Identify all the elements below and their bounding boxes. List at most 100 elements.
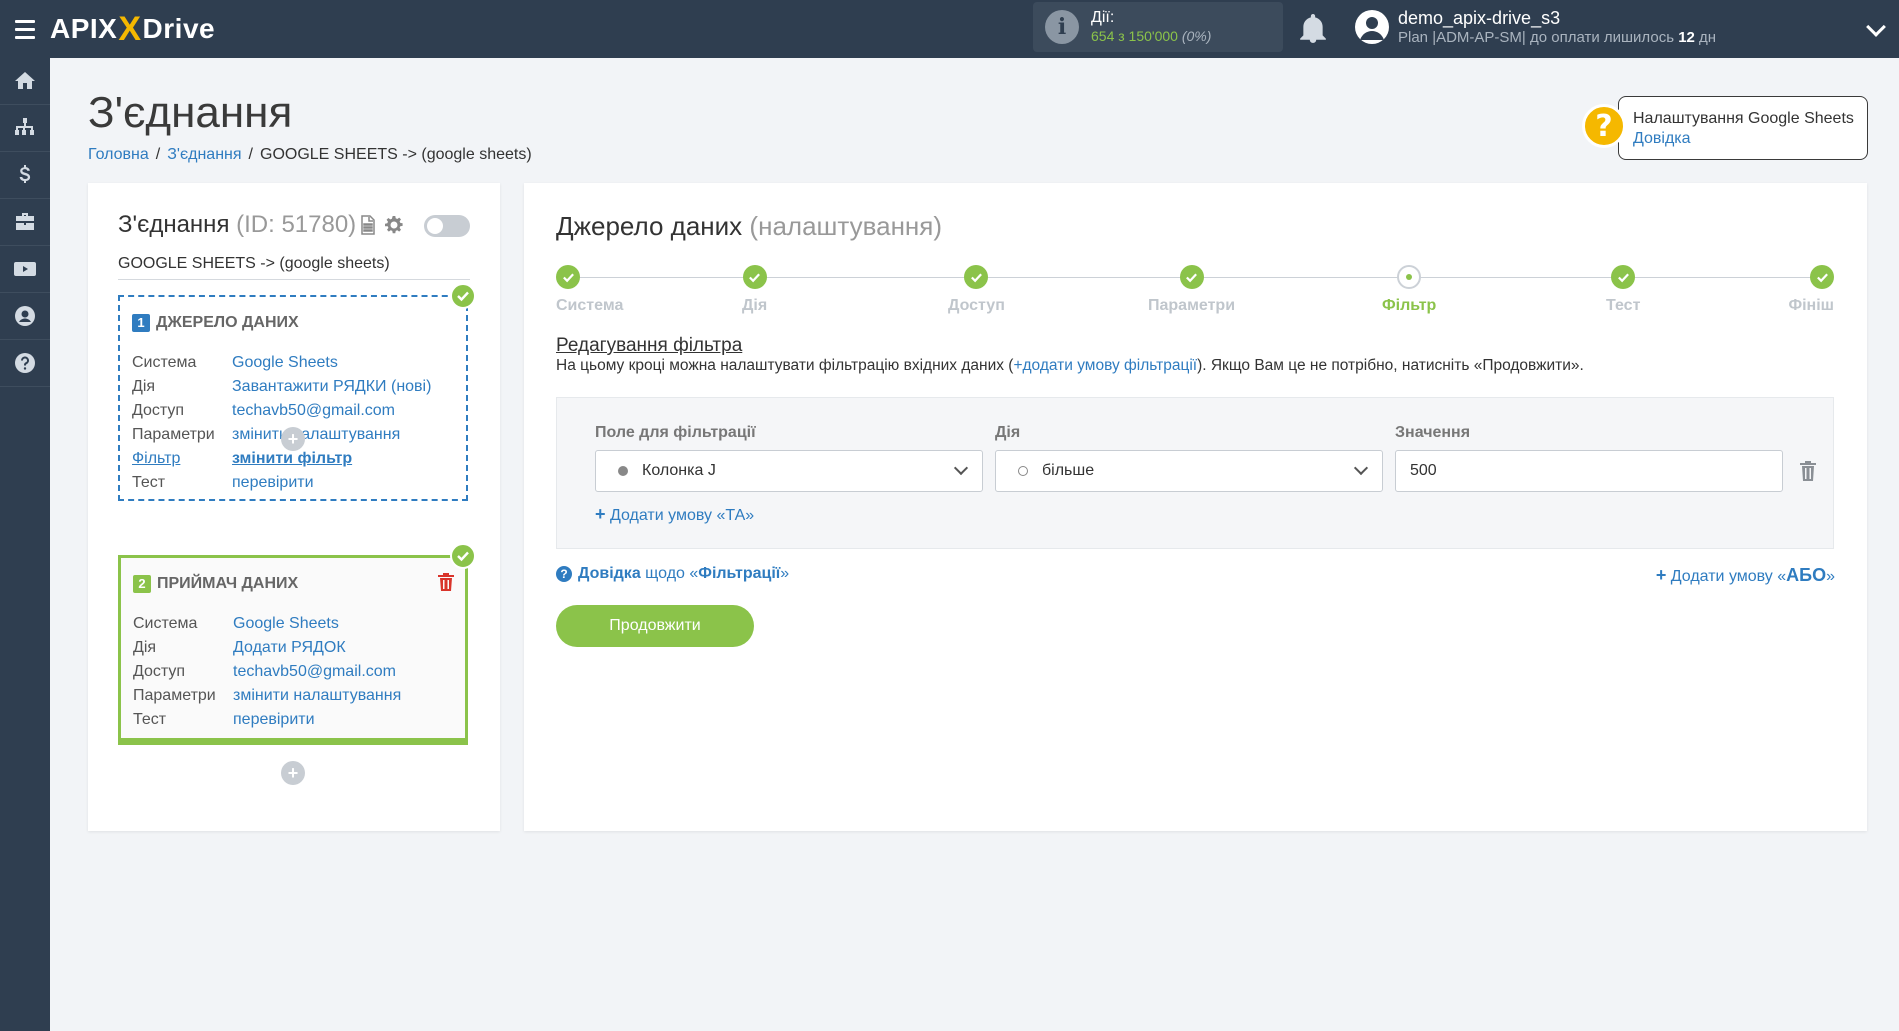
sidebar-item-home[interactable]: [0, 58, 50, 105]
row-value[interactable]: перевірити: [233, 708, 315, 732]
field-select-value: Колонка J: [642, 462, 716, 479]
continue-button[interactable]: Продовжити: [556, 605, 754, 647]
row-key: Параметри: [133, 687, 216, 704]
help-suffix: »: [780, 565, 790, 582]
step-access[interactable]: Доступ: [948, 265, 1005, 315]
step-label: Фініш: [1788, 297, 1834, 314]
row-key: Параметри: [132, 426, 215, 443]
source-block-header: 1 ДЖЕРЕЛО ДАНИХ: [132, 314, 299, 332]
step-filter[interactable]: Фільтр: [1382, 265, 1436, 315]
top-bar: APIX X Drive i Дії: 654 з 150'000 (0%) dem…: [0, 0, 1899, 58]
row-value[interactable]: techavb50@gmail.com: [233, 660, 396, 684]
step-params[interactable]: Параметри: [1148, 265, 1235, 315]
add-filter-condition-link[interactable]: +додати умову фільтрації: [1013, 357, 1197, 374]
help-card-title: Налаштування Google Sheets: [1633, 110, 1854, 127]
sidebar-item-billing[interactable]: [0, 152, 50, 199]
trash-icon[interactable]: [437, 572, 455, 592]
home-icon: [15, 72, 35, 89]
row-value[interactable]: змінити налаштування: [232, 423, 400, 447]
source-block[interactable]: 1 ДЖЕРЕЛО ДАНИХ Система Google Sheets Дія…: [118, 295, 468, 501]
chevron-down-icon[interactable]: [1866, 17, 1886, 37]
row-key: Система: [133, 615, 198, 632]
sidebar-item-help[interactable]: [0, 340, 50, 387]
source-number: 1: [132, 314, 150, 332]
row-value[interactable]: techavb50@gmail.com: [232, 399, 395, 423]
panel-subtitle: (налаштування): [749, 211, 943, 241]
check-icon: [1179, 265, 1204, 289]
row-value[interactable]: Google Sheets: [232, 351, 338, 375]
trash-icon[interactable]: [1799, 460, 1817, 482]
add-block-button[interactable]: +: [281, 761, 305, 785]
logo-x: X: [118, 9, 142, 48]
help-card: Налаштування Google Sheets Довідка: [1618, 96, 1868, 160]
user-name: demo_apix-drive_s3: [1398, 8, 1561, 28]
sidebar-item-connections[interactable]: [0, 105, 50, 152]
field-select[interactable]: Колонка J: [595, 450, 983, 492]
row-value[interactable]: Google Sheets: [233, 612, 339, 636]
current-step-icon: [1397, 265, 1422, 289]
sitemap-icon: [15, 118, 34, 135]
add-or-condition-link[interactable]: + Додати умову «АБО»: [1656, 565, 1835, 586]
check-icon: [450, 283, 476, 309]
dollar-icon: [19, 165, 31, 183]
document-icon[interactable]: [358, 215, 378, 235]
check-icon: [450, 543, 476, 569]
row-value[interactable]: Додати РЯДОК: [233, 636, 346, 660]
sidebar-item-video[interactable]: [0, 246, 50, 293]
step-system[interactable]: Система: [556, 265, 623, 315]
action-select[interactable]: більше: [995, 450, 1383, 492]
row-value[interactable]: перевірити: [232, 471, 314, 495]
desc-text: На цьому кроці можна налаштувати фільтра…: [556, 357, 1014, 374]
row-value[interactable]: Завантажити РЯДКИ (нові): [232, 375, 431, 399]
sidebar-item-profile[interactable]: [0, 293, 50, 340]
source-title: ДЖЕРЕЛО ДАНИХ: [156, 314, 299, 331]
actions-counter[interactable]: i Дії: 654 з 150'000 (0%): [1033, 2, 1283, 52]
plus-icon: +: [595, 504, 606, 524]
row-key: Дія: [133, 639, 157, 656]
step-test[interactable]: Тест: [1606, 265, 1640, 315]
source-row-system: Система Google Sheets: [132, 351, 431, 375]
row-value[interactable]: змінити налаштування: [233, 684, 401, 708]
plus-icon: +: [1655, 565, 1667, 585]
connection-id: (ID: 51780): [236, 211, 357, 238]
breadcrumb-connections[interactable]: З'єднання: [167, 146, 241, 163]
dest-row-system: Система Google Sheets: [133, 612, 401, 636]
help-icon: [15, 353, 35, 373]
video-icon: [14, 262, 36, 276]
value-label: Значення: [1395, 424, 1471, 441]
breadcrumb-current: GOOGLE SHEETS -> (google sheets): [260, 146, 532, 163]
row-key: Система: [132, 354, 197, 371]
value-input[interactable]: [1395, 450, 1783, 492]
connection-toggle[interactable]: [424, 215, 470, 237]
menu-icon[interactable]: [0, 0, 50, 58]
avatar[interactable]: [1355, 10, 1389, 44]
help-card-link[interactable]: Довідка: [1633, 129, 1867, 149]
briefcase-icon: [16, 213, 34, 230]
connection-title-text: З'єднання: [118, 211, 230, 238]
logo[interactable]: APIX X Drive: [50, 10, 215, 49]
chevron-down-icon: [953, 460, 969, 476]
dest-block-header: 2 ПРИЙМАЧ ДАНИХ: [133, 575, 298, 593]
panel-title: Джерело даних (налаштування): [556, 211, 942, 242]
row-key: Тест: [133, 711, 167, 728]
row-key: Доступ: [132, 402, 185, 419]
breadcrumb-separator: /: [248, 146, 253, 163]
breadcrumb-home[interactable]: Головна: [88, 146, 149, 163]
step-action[interactable]: Дія: [742, 265, 767, 315]
user-info[interactable]: demo_apix-drive_s3 Plan |ADM-AP-SM| до о…: [1398, 8, 1716, 48]
destination-block[interactable]: 2 ПРИЙМАЧ ДАНИХ Система Google Sheets Дія…: [118, 555, 468, 745]
bell-icon[interactable]: [1300, 14, 1326, 44]
plan-days-unit: дн: [1699, 29, 1717, 46]
sidebar-item-services[interactable]: [0, 199, 50, 246]
check-icon: [556, 265, 580, 289]
add-and-condition-link[interactable]: + Додати умову «ТА»: [595, 504, 754, 525]
filter-help-link[interactable]: ? Довідка щодо «Фільтрації»: [556, 565, 789, 583]
gear-icon[interactable]: [384, 215, 404, 235]
row-key[interactable]: Фільтр: [132, 447, 232, 471]
settings-panel: Джерело даних (налаштування) Система Дія…: [524, 183, 1867, 831]
plan-text: Plan |ADM-AP-SM| до оплати лишилось: [1398, 29, 1675, 46]
row-key: Дія: [132, 378, 156, 395]
step-label: Фільтр: [1382, 297, 1437, 314]
step-finish[interactable]: Фініш: [1788, 265, 1834, 315]
add-block-button[interactable]: +: [281, 427, 305, 451]
